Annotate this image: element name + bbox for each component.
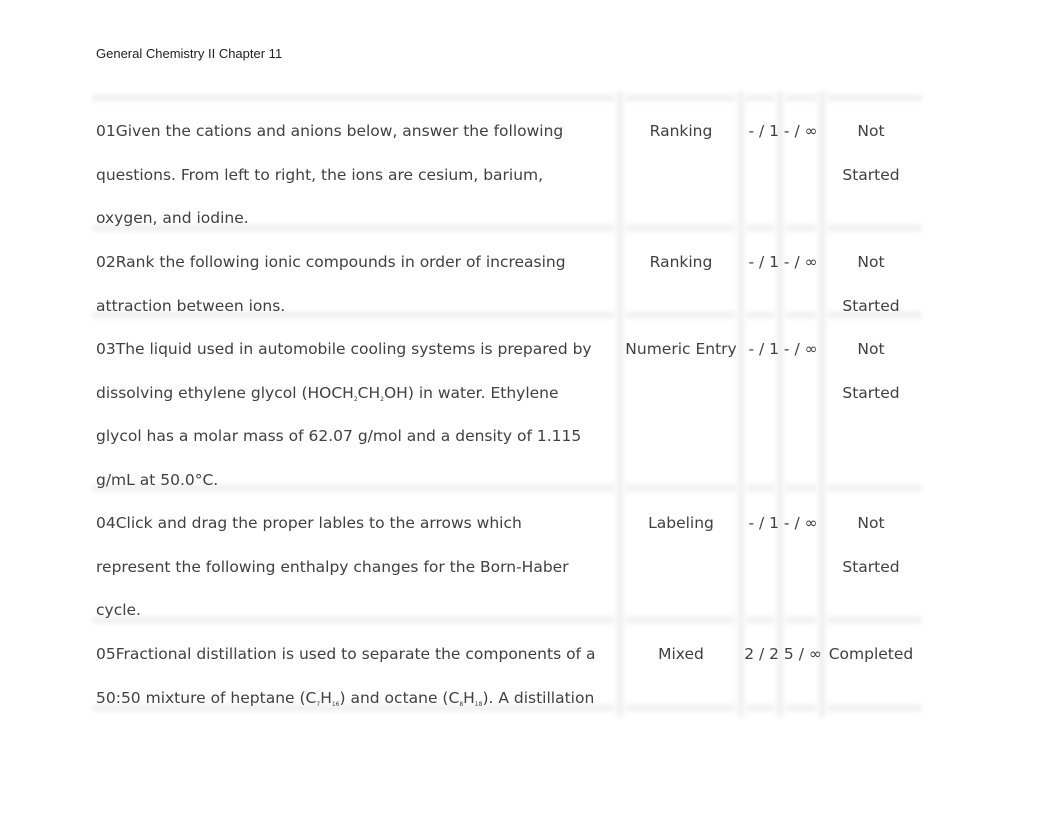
status: Completed — [828, 645, 914, 663]
question-text-line: 04Click and drag the proper lables to th… — [96, 513, 522, 533]
text-segment: represent the following enthalpy changes… — [96, 557, 569, 576]
question-text-line: glycol has a molar mass of 62.07 g/mol a… — [96, 426, 581, 446]
text-segment: ) and octane (C — [339, 688, 460, 707]
text-segment: H — [320, 688, 332, 707]
question-text-line: 01Given the cations and anions below, an… — [96, 121, 563, 141]
text-segment: 05Fractional distillation is used to sep… — [96, 645, 596, 663]
document-title: General Chemistry II Chapter 11 — [96, 46, 283, 61]
text-segment: glycol has a molar mass of 62.07 g/mol a… — [96, 427, 582, 446]
text-segment: ). A distillation — [482, 688, 595, 707]
text-segment: questions. From left to right, the ions … — [96, 165, 544, 184]
question-text-line: g/mL at 50.0°C. — [96, 470, 218, 490]
row-divider — [92, 615, 922, 625]
question-text-line: 02Rank the following ionic compounds in … — [96, 252, 566, 272]
column-divider — [774, 92, 786, 717]
column-divider — [816, 92, 828, 717]
status: Started — [842, 557, 900, 576]
column-divider — [735, 92, 747, 717]
question-text-line: represent the following enthalpy changes… — [96, 557, 569, 577]
status: Started — [842, 383, 900, 402]
question-text-line: cycle. — [96, 600, 141, 620]
subscript: 16 — [331, 700, 340, 708]
question-text-line: attraction between ions. — [96, 296, 285, 316]
text-segment: dissolving ethylene glycol (HOCH — [96, 383, 354, 402]
text-segment: H — [463, 688, 475, 707]
question-text-line: 05Fractional distillation is used to sep… — [96, 644, 595, 664]
status: Not — [857, 340, 885, 358]
text-segment: 50:50 mixture of heptane (C — [96, 688, 317, 707]
status: Not — [857, 253, 885, 271]
text-segment: cycle. — [96, 601, 141, 620]
text-segment: oxygen, and iodine. — [96, 209, 249, 228]
question-text-line: questions. From left to right, the ions … — [96, 165, 543, 185]
status: Started — [842, 165, 900, 184]
status: Not — [857, 514, 885, 532]
text-segment: 01Given the cations and anions below, an… — [96, 122, 564, 140]
text-segment: g/mL at 50.0°C. — [96, 470, 219, 489]
question-text-line: 03The liquid used in automobile cooling … — [96, 339, 592, 359]
text-segment: 04Click and drag the proper lables to th… — [96, 514, 522, 532]
question-text-line: oxygen, and iodine. — [96, 208, 249, 228]
question-text-line: 50:50 mixture of heptane (C7H16) and oct… — [96, 688, 594, 715]
text-segment: 02Rank the following ionic compounds in … — [96, 253, 566, 271]
text-segment: attraction between ions. — [96, 296, 286, 315]
status: Not — [857, 122, 885, 140]
question-text-line: dissolving ethylene glycol (HOCH2CH2OH) … — [96, 383, 559, 410]
row-divider — [92, 93, 922, 103]
status: Started — [842, 296, 900, 315]
column-divider — [614, 92, 626, 717]
text-segment: 03The liquid used in automobile cooling … — [96, 340, 592, 358]
text-segment: CH — [357, 383, 381, 402]
text-segment: OH) in water. Ethylene — [383, 383, 559, 402]
